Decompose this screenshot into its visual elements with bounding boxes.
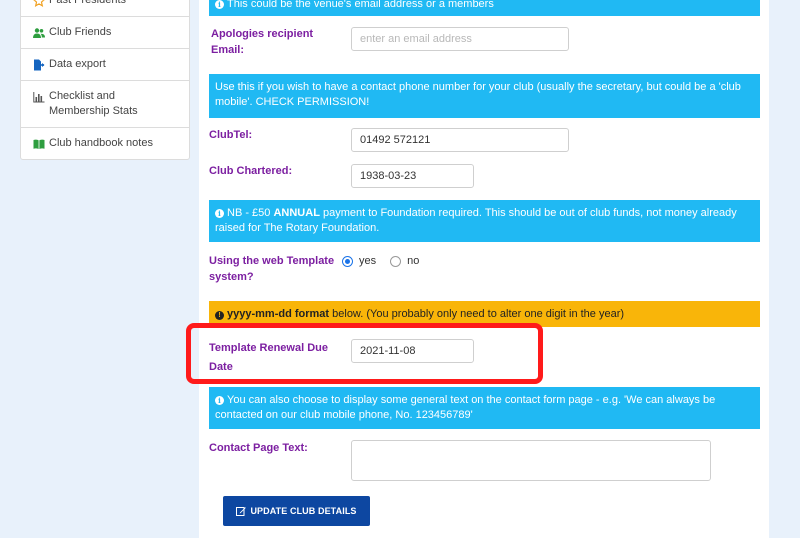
- sidebar-item-data-export[interactable]: Data export: [21, 48, 189, 80]
- info-icon: i: [215, 209, 224, 218]
- bar-chart-icon: [33, 91, 45, 103]
- template-renewal-input[interactable]: [351, 339, 474, 363]
- template-yes-radio[interactable]: [342, 255, 353, 267]
- sidebar-item-label: Checklist and Membership Stats: [49, 90, 138, 117]
- sidebar-item-checklist-stats[interactable]: Checklist and Membership Stats: [21, 80, 189, 127]
- contact-text-notice: i You can also choose to display some gen…: [209, 387, 760, 429]
- clubtel-input[interactable]: [351, 128, 569, 152]
- date-format-notice: ! yyyy-mm-dd format below. (You probably …: [209, 301, 760, 327]
- contact-page-text-label: Contact Page Text:: [209, 442, 308, 454]
- template-renewal-label: Template Renewal Due Date: [209, 342, 328, 373]
- info-icon: i: [215, 0, 224, 9]
- template-yes-option[interactable]: yes: [342, 255, 376, 267]
- star-icon: [33, 0, 45, 7]
- template-no-radio[interactable]: [390, 255, 402, 267]
- apologies-email-input[interactable]: [351, 27, 569, 51]
- sidebar: Past Presidents Club Friends Data export…: [20, 0, 190, 160]
- apologies-email-label: Apologies recipient Email:: [211, 28, 314, 56]
- annual-payment-notice: i NB - £50 ANNUAL payment to Foundation r…: [209, 200, 760, 242]
- web-template-label: Using the web Template system?: [209, 255, 335, 283]
- info-icon: i: [215, 396, 224, 405]
- export-icon: [33, 59, 45, 71]
- club-chartered-label: Club Chartered:: [209, 165, 293, 177]
- clubtel-label: ClubTel:: [209, 129, 253, 141]
- book-icon: [33, 138, 45, 150]
- exclamation-icon: !: [215, 311, 224, 320]
- template-no-option[interactable]: no: [390, 255, 419, 267]
- sidebar-item-label: Data export: [49, 58, 106, 70]
- edit-icon: [236, 506, 247, 516]
- sidebar-item-label: Past Presidents: [49, 0, 127, 6]
- venue-email-notice: i This could be the venue's email address…: [209, 0, 760, 16]
- sidebar-item-label: Club handbook notes: [49, 137, 153, 149]
- sidebar-item-label: Club Friends: [49, 26, 112, 38]
- update-club-details-button[interactable]: UPDATE CLUB DETAILS: [223, 496, 370, 526]
- sidebar-item-past-presidents[interactable]: Past Presidents: [21, 0, 189, 16]
- sidebar-item-handbook-notes[interactable]: Club handbook notes: [21, 127, 189, 159]
- sidebar-item-club-friends[interactable]: Club Friends: [21, 16, 189, 48]
- contact-page-text-input[interactable]: [351, 440, 711, 481]
- club-details-form: i This could be the venue's email address…: [199, 0, 769, 538]
- web-template-radio-group: yes no: [342, 255, 433, 267]
- phone-notice: Use this if you wish to have a contact p…: [209, 74, 760, 118]
- users-icon: [33, 27, 45, 39]
- club-chartered-input[interactable]: [351, 164, 474, 188]
